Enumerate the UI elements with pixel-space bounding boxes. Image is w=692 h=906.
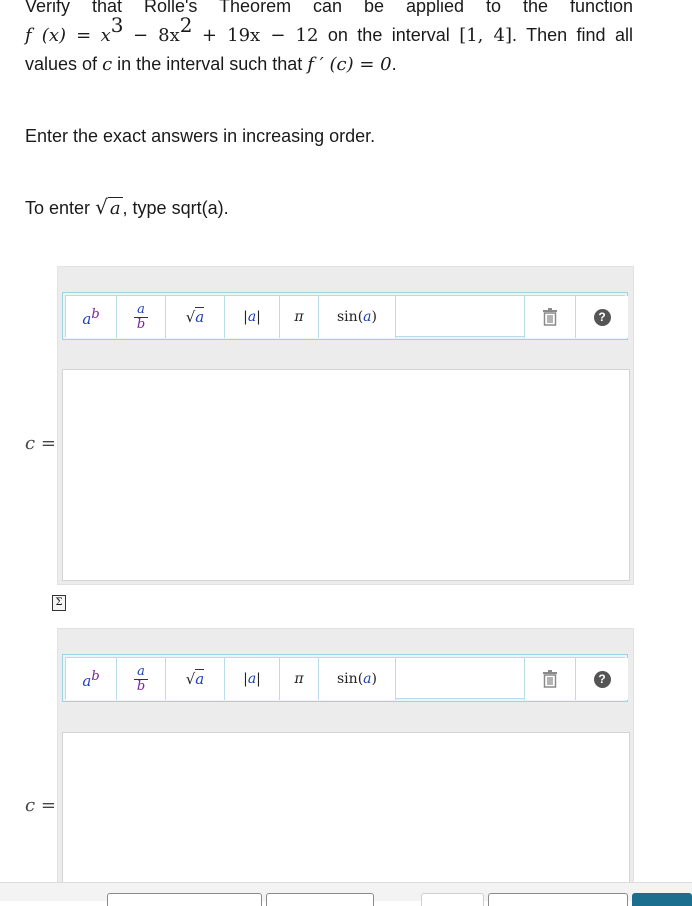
power-button[interactable]: ab — [66, 296, 117, 338]
sqrt-button[interactable]: √a — [166, 658, 225, 700]
values-of-text: values of — [25, 54, 98, 74]
answer-input-1[interactable] — [62, 369, 630, 581]
sqrt-symbol: √ — [95, 195, 108, 219]
function-term-x3: x3 — [100, 13, 124, 46]
answer-label-2: c = — [25, 795, 56, 816]
trash-button[interactable] — [524, 658, 576, 700]
trash-icon — [543, 670, 557, 688]
function-rest: + 19x − 12 — [201, 25, 319, 46]
interval: [1, 4] — [459, 25, 512, 46]
answer-label-1: c = — [25, 433, 56, 454]
pi-button[interactable]: π — [280, 658, 319, 700]
trash-icon — [543, 308, 557, 326]
toolbar-inner: ab a b √a |a| π sin(a) ? — [65, 295, 628, 338]
abs-button[interactable]: |a| — [225, 658, 280, 700]
such-that-text: in the interval such that — [117, 54, 303, 74]
period: . — [391, 54, 397, 74]
help-button[interactable]: ? — [576, 296, 628, 338]
hint-suffix: , type sqrt(a). — [122, 198, 229, 218]
sin-button[interactable]: sin(a) — [319, 658, 396, 700]
fraction-button[interactable]: a b — [117, 658, 166, 700]
trash-button[interactable] — [524, 296, 576, 338]
toolbar-inner: ab a b √a |a| π sin(a) ? — [65, 657, 628, 700]
pi-button[interactable]: π — [280, 296, 319, 338]
sigma-icon[interactable]: Σ — [52, 595, 66, 611]
instruction-text: Enter the exact answers in increasing or… — [25, 126, 376, 146]
math-toolbar-2: ab a b √a |a| π sin(a) ? — [62, 654, 628, 702]
function-term-x2: − 8x2 — [132, 13, 193, 46]
help-button[interactable]: ? — [576, 658, 628, 700]
sin-button[interactable]: sin(a) — [319, 296, 396, 338]
problem-line-3: values of c in the interval such that f … — [25, 50, 633, 79]
then-text: . Then find all — [512, 25, 633, 45]
on-interval-text: on the interval — [327, 25, 450, 45]
answer-editor-2: ab a b √a |a| π sin(a) ? — [57, 628, 634, 889]
sqrt-button[interactable]: √a — [166, 296, 225, 338]
footer-bar — [0, 882, 692, 906]
function-lhs: f (x) = — [25, 25, 92, 46]
hint-prefix: To enter — [25, 198, 91, 218]
answer-editor-1: ab a b √a |a| π sin(a) ? — [57, 266, 634, 585]
problem-statement: Verify that Rolle's Theorem can be appli… — [25, 0, 633, 79]
help-icon: ? — [593, 308, 611, 326]
condition: f ′ (c) = 0 — [307, 54, 392, 75]
power-button[interactable]: ab — [66, 658, 117, 700]
problem-line-2: f (x) = x3 − 8x2 + 19x − 12 on the inter… — [25, 13, 633, 50]
math-toolbar-1: ab a b √a |a| π sin(a) ? — [62, 292, 628, 340]
sqrt-hint: To enter √ a, type sqrt(a). — [25, 195, 229, 219]
help-icon: ? — [593, 670, 611, 688]
var-c: c — [102, 54, 113, 75]
abs-button[interactable]: |a| — [225, 296, 280, 338]
sqrt-arg: a — [107, 197, 123, 219]
fraction-button[interactable]: a b — [117, 296, 166, 338]
answer-input-2[interactable] — [62, 732, 630, 889]
